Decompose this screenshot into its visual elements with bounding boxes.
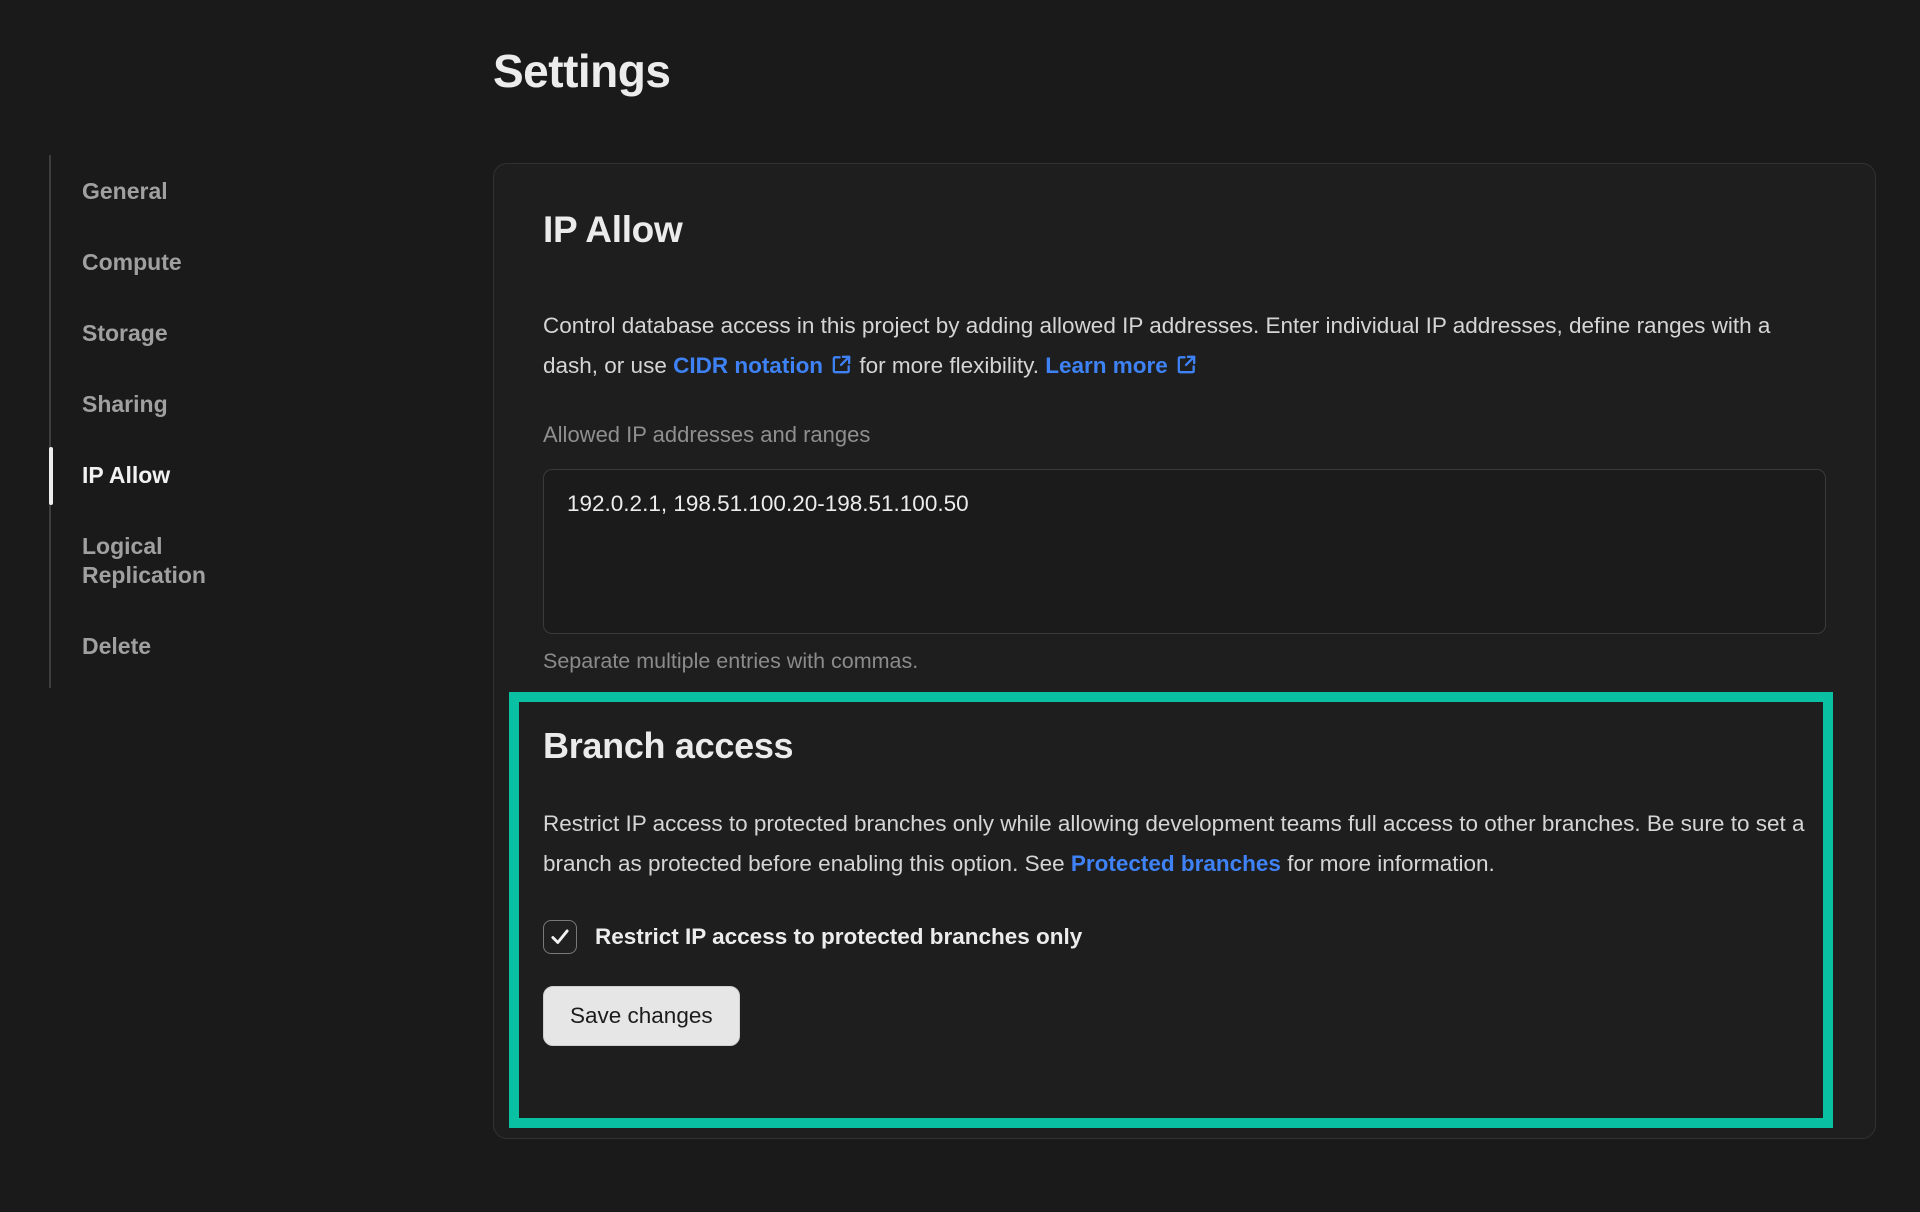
ip-allow-heading: IP Allow [543,208,1826,252]
branch-access-description: Restrict IP access to protected branches… [543,804,1823,884]
branch-access-heading: Branch access [543,724,1826,768]
ip-allow-desc-text-2: for more flexibility. [853,353,1045,378]
sidebar-item-sharing[interactable]: Sharing [82,390,252,419]
restrict-ip-checkbox-row[interactable]: Restrict IP access to protected branches… [543,920,1826,954]
learn-more-link-text: Learn more [1045,353,1168,378]
branch-desc-text-2: for more information. [1281,851,1495,876]
save-changes-button[interactable]: Save changes [543,986,740,1046]
restrict-ip-checkbox[interactable] [543,920,577,954]
sidebar-item-general[interactable]: General [82,177,252,206]
ip-allow-card: IP Allow Control database access in this… [493,163,1876,1139]
sidebar-list: General Compute Storage Sharing IP Allow… [82,177,279,661]
external-link-icon [1175,353,1198,376]
checkmark-icon [549,926,571,948]
restrict-ip-checkbox-label: Restrict IP access to protected branches… [595,924,1082,950]
cidr-notation-link[interactable]: CIDR notation [673,353,853,378]
page-title: Settings [493,44,670,98]
sidebar-item-ip-allow[interactable]: IP Allow [82,461,252,490]
sidebar-item-delete[interactable]: Delete [82,632,252,661]
allowed-ips-label: Allowed IP addresses and ranges [543,421,1826,449]
cidr-notation-link-text: CIDR notation [673,353,823,378]
allowed-ips-input[interactable]: 192.0.2.1, 198.51.100.20-198.51.100.50 [543,469,1826,634]
ip-allow-description: Control database access in this project … [543,306,1826,385]
allowed-ips-helper-text: Separate multiple entries with commas. [543,648,1826,674]
learn-more-link[interactable]: Learn more [1045,353,1198,378]
external-link-icon [830,353,853,376]
sidebar-item-compute[interactable]: Compute [82,248,252,277]
protected-branches-link[interactable]: Protected branches [1071,851,1281,876]
sidebar-item-logical-replication[interactable]: Logical Replication [82,532,252,590]
settings-sidebar: General Compute Storage Sharing IP Allow… [49,155,279,688]
sidebar-item-storage[interactable]: Storage [82,319,252,348]
